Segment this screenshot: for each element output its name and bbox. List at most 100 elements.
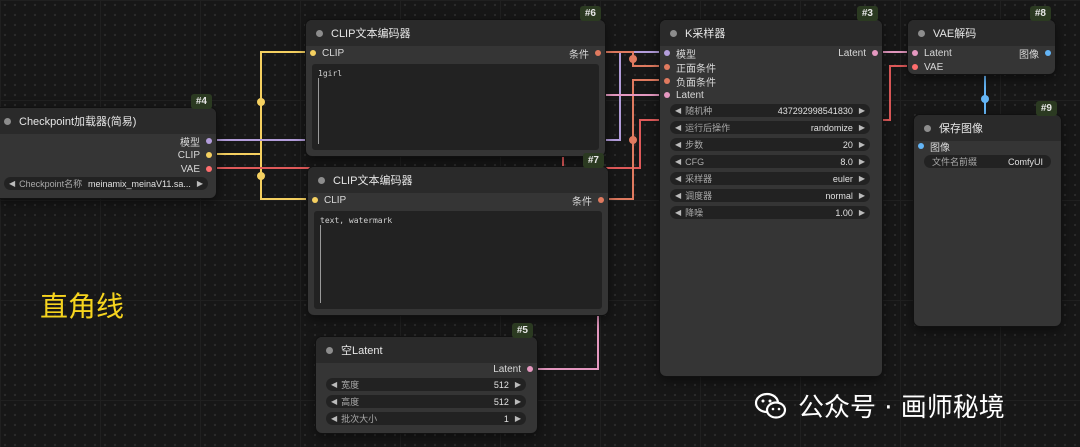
collapse-dot-icon[interactable] xyxy=(4,117,11,125)
prompt-textarea[interactable]: text, watermark xyxy=(314,211,602,309)
node-title-bar[interactable]: K采样器 xyxy=(660,20,882,46)
node-id-badge: #6 xyxy=(579,6,601,21)
node-clip-text-encode-positive[interactable]: #6 CLIP文本编码器 CLIP 条件 1girl xyxy=(306,6,605,156)
node-title-bar[interactable]: Checkpoint加载器(简易) xyxy=(0,108,216,134)
slot-label: 图像 xyxy=(930,142,950,154)
height-widget[interactable]: ◀ 高度 512 ▶ xyxy=(326,395,526,408)
slot-dot-icon[interactable] xyxy=(664,50,670,56)
prompt-text: 1girl xyxy=(318,69,343,78)
slot-dot-icon[interactable] xyxy=(912,64,918,70)
batch-size-widget[interactable]: ◀ 批次大小 1 ▶ xyxy=(326,412,526,425)
output-slot-conditioning[interactable]: 条件 xyxy=(572,193,608,208)
slot-dot-icon[interactable] xyxy=(527,366,533,372)
left-arrow-icon[interactable]: ◀ xyxy=(331,397,337,406)
output-slot-vae[interactable]: VAE xyxy=(181,162,216,176)
slot-dot-icon[interactable] xyxy=(1045,50,1051,56)
input-slot-clip[interactable]: CLIP xyxy=(308,193,346,207)
denoise-widget[interactable]: ◀ 降噪 1.00 ▶ xyxy=(670,206,870,219)
node-title-bar[interactable]: CLIP文本编码器 xyxy=(306,20,605,46)
seed-widget[interactable]: ◀ 随机种 437292998541830 ▶ xyxy=(670,104,870,117)
slot-dot-icon[interactable] xyxy=(664,78,670,84)
left-arrow-icon[interactable]: ◀ xyxy=(675,106,681,115)
slot-label: Latent xyxy=(676,89,704,101)
watermark-text: 公众号 · 画师秘境 xyxy=(798,393,1005,423)
left-arrow-icon[interactable]: ◀ xyxy=(675,123,681,132)
right-arrow-icon[interactable]: ▶ xyxy=(859,123,865,132)
collapse-dot-icon[interactable] xyxy=(326,346,333,354)
left-arrow-icon[interactable]: ◀ xyxy=(331,414,337,423)
input-slot-image[interactable]: 图像 xyxy=(914,139,950,154)
slot-dot-icon[interactable] xyxy=(664,64,670,70)
slot-dot-icon[interactable] xyxy=(310,50,316,56)
right-arrow-icon[interactable]: ▶ xyxy=(859,140,865,149)
collapse-dot-icon[interactable] xyxy=(918,29,925,37)
slot-dot-icon[interactable] xyxy=(595,50,601,56)
slot-dot-icon[interactable] xyxy=(206,166,212,172)
left-arrow-icon[interactable]: ◀ xyxy=(9,179,15,188)
left-arrow-icon[interactable]: ◀ xyxy=(675,157,681,166)
node-title-bar[interactable]: CLIP文本编码器 xyxy=(308,167,608,193)
node-title-bar[interactable]: VAE解码 xyxy=(908,20,1055,46)
output-slot-latent[interactable]: Latent xyxy=(493,362,537,376)
collapse-dot-icon[interactable] xyxy=(318,176,325,184)
input-slot-vae[interactable]: VAE xyxy=(908,60,943,74)
node-title: 空Latent xyxy=(341,345,383,357)
checkpoint-name-combo[interactable]: ◀ Checkpoint名称 meinamix_meinaV11.sa... ▶ xyxy=(4,177,208,190)
node-vae-decode[interactable]: #8 VAE解码 Latent 图像 VAE xyxy=(908,6,1055,74)
node-save-image[interactable]: #9 保存图像 图像 文件名前缀 ComfyUI xyxy=(914,101,1061,326)
node-checkpoint-loader[interactable]: #4 Checkpoint加载器(简易) 模型 CLIP VAE ◀ Check… xyxy=(0,94,216,198)
left-arrow-icon[interactable]: ◀ xyxy=(675,191,681,200)
output-slot-clip[interactable]: CLIP xyxy=(178,148,216,162)
slot-dot-icon[interactable] xyxy=(912,50,918,56)
input-slot-latent[interactable]: Latent xyxy=(660,88,704,102)
right-arrow-icon[interactable]: ▶ xyxy=(197,179,203,188)
left-arrow-icon[interactable]: ◀ xyxy=(675,140,681,149)
slot-dot-icon[interactable] xyxy=(664,92,670,98)
input-slot-negative[interactable]: 负面条件 xyxy=(660,74,716,89)
right-arrow-icon[interactable]: ▶ xyxy=(859,157,865,166)
slot-dot-icon[interactable] xyxy=(598,197,604,203)
collapse-dot-icon[interactable] xyxy=(670,29,677,37)
filename-prefix-widget[interactable]: 文件名前缀 ComfyUI xyxy=(924,155,1051,168)
input-slot-latent[interactable]: Latent xyxy=(908,46,952,60)
scheduler-widget[interactable]: ◀ 调度器 normal ▶ xyxy=(670,189,870,202)
right-arrow-icon[interactable]: ▶ xyxy=(859,191,865,200)
steps-widget[interactable]: ◀ 步数 20 ▶ xyxy=(670,138,870,151)
right-arrow-icon[interactable]: ▶ xyxy=(859,106,865,115)
input-slot-positive[interactable]: 正面条件 xyxy=(660,60,716,75)
slot-dot-icon[interactable] xyxy=(206,138,212,144)
right-arrow-icon[interactable]: ▶ xyxy=(859,208,865,217)
node-id-badge: #8 xyxy=(1029,6,1051,21)
node-title-bar[interactable]: 保存图像 xyxy=(914,115,1061,141)
collapse-dot-icon[interactable] xyxy=(316,29,323,37)
output-slot-model[interactable]: 模型 xyxy=(180,134,216,149)
slot-dot-icon[interactable] xyxy=(206,152,212,158)
right-arrow-icon[interactable]: ▶ xyxy=(859,174,865,183)
node-title-bar[interactable]: 空Latent xyxy=(316,337,537,363)
node-ksampler[interactable]: #3 K采样器 模型 Latent 正面条件 负面条件 Latent ◀ 随机种… xyxy=(660,6,882,376)
prompt-textarea[interactable]: 1girl xyxy=(312,64,599,150)
node-title: CLIP文本编码器 xyxy=(333,175,413,187)
output-slot-conditioning[interactable]: 条件 xyxy=(569,46,605,61)
right-arrow-icon[interactable]: ▶ xyxy=(515,380,521,389)
node-id-badge: #7 xyxy=(582,153,604,168)
output-slot-image[interactable]: 图像 xyxy=(1019,46,1055,61)
left-arrow-icon[interactable]: ◀ xyxy=(675,208,681,217)
right-arrow-icon[interactable]: ▶ xyxy=(515,414,521,423)
control-after-generate-widget[interactable]: ◀ 运行后操作 randomize ▶ xyxy=(670,121,870,134)
node-empty-latent[interactable]: #5 空Latent Latent ◀ 宽度 512 ▶ ◀ 高度 512 ▶ … xyxy=(316,323,537,433)
output-slot-latent[interactable]: Latent xyxy=(838,46,882,60)
sampler-widget[interactable]: ◀ 采样器 euler ▶ xyxy=(670,172,870,185)
left-arrow-icon[interactable]: ◀ xyxy=(331,380,337,389)
input-slot-model[interactable]: 模型 xyxy=(660,46,696,61)
right-arrow-icon[interactable]: ▶ xyxy=(515,397,521,406)
cfg-widget[interactable]: ◀ CFG 8.0 ▶ xyxy=(670,155,870,168)
slot-dot-icon[interactable] xyxy=(872,50,878,56)
slot-dot-icon[interactable] xyxy=(918,143,924,149)
input-slot-clip[interactable]: CLIP xyxy=(306,46,344,60)
slot-dot-icon[interactable] xyxy=(312,197,318,203)
left-arrow-icon[interactable]: ◀ xyxy=(675,174,681,183)
node-clip-text-encode-negative[interactable]: #7 CLIP文本编码器 CLIP 条件 text, watermark xyxy=(308,153,608,315)
collapse-dot-icon[interactable] xyxy=(924,124,931,132)
width-widget[interactable]: ◀ 宽度 512 ▶ xyxy=(326,378,526,391)
